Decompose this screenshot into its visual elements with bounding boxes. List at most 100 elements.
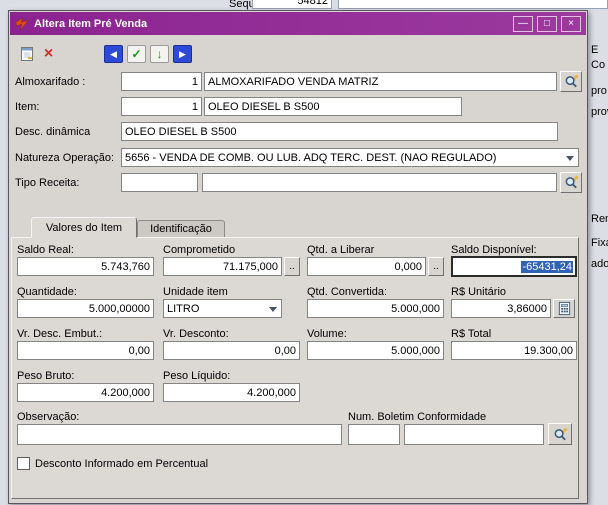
- unidade-item-label: Unidade item: [163, 286, 228, 298]
- total-value: 19.300,00: [524, 345, 573, 357]
- tab-identificacao[interactable]: Identificação: [137, 220, 225, 237]
- desc-embutido-value: 0,00: [129, 345, 150, 357]
- volume-field[interactable]: 5.000,000: [307, 341, 444, 360]
- almoxarifado-name: ALMOXARIFADO VENDA MATRIZ: [208, 76, 378, 88]
- qtd-convertida-field[interactable]: 5.000,000: [307, 299, 444, 318]
- background-sequencia-field[interactable]: 54812: [252, 0, 332, 9]
- delete-icon: ×: [44, 45, 53, 63]
- tab-valores-do-item[interactable]: Valores do Item: [31, 217, 137, 238]
- saldo-disponivel-label: Saldo Disponível:: [451, 244, 537, 256]
- background-fragment: Rent: [591, 213, 608, 225]
- window-title: Altera Item Pré Venda: [34, 18, 509, 30]
- tipo-receita-name-field[interactable]: [202, 173, 557, 192]
- desc-dinamica-value: OLEO DIESEL B S500: [125, 126, 236, 138]
- comprometido-more-button[interactable]: ..: [284, 257, 300, 276]
- comprometido-field[interactable]: 71.175,000: [163, 257, 282, 276]
- background-fragment: ados: [591, 258, 608, 270]
- total-field[interactable]: 19.300,00: [451, 341, 577, 360]
- altera-item-dialog: Altera Item Pré Venda — □ × × ◀ ✓: [8, 10, 588, 504]
- quantidade-value: 5.000,00000: [89, 303, 150, 315]
- quantidade-field[interactable]: 5.000,00000: [17, 299, 154, 318]
- ellipsis-icon: ..: [433, 261, 439, 272]
- quantidade-label: Quantidade:: [17, 286, 77, 298]
- background-field-strip[interactable]: [338, 0, 608, 9]
- unidade-item-value: LITRO: [167, 303, 199, 315]
- desconto-value: 0,00: [275, 345, 296, 357]
- qtd-liberar-field[interactable]: 0,000: [307, 257, 426, 276]
- saldo-disponivel-field[interactable]: -65431,24: [451, 256, 577, 277]
- peso-bruto-field[interactable]: 4.200,000: [17, 383, 154, 402]
- calculator-icon: [557, 301, 572, 316]
- new-form-icon: [19, 46, 35, 62]
- almoxarifado-lookup-button[interactable]: [560, 71, 582, 92]
- peso-bruto-value: 4.200,000: [101, 387, 150, 399]
- app-logo-icon: [15, 17, 29, 31]
- desc-embutido-label: Vr. Desc. Embut.:: [17, 328, 102, 340]
- boletim-lookup-button[interactable]: [548, 423, 572, 445]
- magnifier-edit-icon: [564, 74, 579, 89]
- natureza-operacao-value: 5656 - VENDA DE COMB. OU LUB. ADQ TERC. …: [125, 152, 496, 164]
- qtd-liberar-value: 0,000: [394, 261, 422, 273]
- magnifier-edit-icon: [553, 427, 568, 442]
- desconto-field[interactable]: 0,00: [163, 341, 300, 360]
- peso-liquido-value: 4.200,000: [247, 387, 296, 399]
- background-fragment: pro: [591, 85, 607, 97]
- maximize-button[interactable]: □: [537, 16, 557, 32]
- boletim-code-field[interactable]: [348, 424, 400, 445]
- qtd-liberar-more-button[interactable]: ..: [428, 257, 444, 276]
- qtd-convertida-label: Qtd. Convertida:: [307, 286, 387, 298]
- tipo-receita-code-field[interactable]: [121, 173, 198, 192]
- last-record-icon: ▶: [179, 49, 186, 60]
- post-button[interactable]: ↓: [150, 45, 169, 63]
- boletim-desc-field[interactable]: [404, 424, 544, 445]
- chevron-down-icon[interactable]: [269, 307, 277, 316]
- peso-liquido-label: Peso Líquido:: [163, 370, 230, 382]
- title-bar[interactable]: Altera Item Pré Venda — □ ×: [10, 12, 586, 35]
- unidade-item-select[interactable]: LITRO: [163, 299, 282, 318]
- item-name: OLEO DIESEL B S500: [208, 101, 319, 113]
- tipo-receita-lookup-button[interactable]: [560, 172, 582, 193]
- background-fragment: Fixa: [591, 237, 608, 249]
- desconto-label: Vr. Desconto:: [163, 328, 229, 340]
- saldo-real-field[interactable]: 5.743,760: [17, 257, 154, 276]
- minimize-button[interactable]: —: [513, 16, 533, 32]
- item-code: 1: [192, 101, 198, 113]
- magnifier-edit-icon: [564, 175, 579, 190]
- first-record-icon: ◀: [110, 49, 117, 60]
- qtd-liberar-label: Qtd. a Liberar: [307, 244, 374, 256]
- chevron-down-icon[interactable]: [566, 156, 574, 165]
- desc-embutido-field[interactable]: 0,00: [17, 341, 154, 360]
- item-label: Item:: [15, 101, 39, 113]
- boletim-label: Num. Boletim Conformidade: [348, 411, 486, 423]
- comprometido-label: Comprometido: [163, 244, 235, 256]
- almoxarifado-name-field[interactable]: ALMOXARIFADO VENDA MATRIZ: [204, 72, 557, 91]
- confirm-check-icon: ✓: [131, 47, 141, 61]
- volume-value: 5.000,000: [391, 345, 440, 357]
- close-button[interactable]: ×: [561, 16, 581, 32]
- observacao-field[interactable]: [17, 424, 342, 445]
- background-sequencia-value: 54812: [297, 0, 328, 7]
- unitario-value: 3,86000: [507, 303, 547, 315]
- desconto-percentual-checkbox[interactable]: [17, 457, 30, 470]
- natureza-operacao-label: Natureza Operação:: [15, 152, 114, 164]
- item-name-field[interactable]: OLEO DIESEL B S500: [204, 97, 462, 116]
- tab-identificacao-label: Identificação: [150, 223, 212, 235]
- new-record-button[interactable]: [17, 45, 36, 63]
- natureza-operacao-select[interactable]: 5656 - VENDA DE COMB. OU LUB. ADQ TERC. …: [121, 148, 579, 167]
- unitario-calculator-button[interactable]: [553, 299, 575, 318]
- total-label: R$ Total: [451, 328, 491, 340]
- saldo-disponivel-value: -65431,24: [521, 261, 573, 273]
- ellipsis-icon: ..: [289, 261, 295, 272]
- almoxarifado-code-field[interactable]: 1: [121, 72, 202, 91]
- last-record-button[interactable]: ▶: [173, 45, 192, 63]
- unitario-field[interactable]: 3,86000: [451, 299, 551, 318]
- peso-liquido-field[interactable]: 4.200,000: [163, 383, 300, 402]
- background-fragment: prov: [591, 106, 608, 118]
- delete-record-button[interactable]: ×: [39, 45, 58, 63]
- item-code-field[interactable]: 1: [121, 97, 202, 116]
- unitario-label: R$ Unitário: [451, 286, 506, 298]
- confirm-button[interactable]: ✓: [127, 45, 146, 63]
- desc-dinamica-field[interactable]: OLEO DIESEL B S500: [121, 122, 558, 141]
- first-record-button[interactable]: ◀: [104, 45, 123, 63]
- desconto-percentual-label: Desconto Informado em Percentual: [35, 458, 208, 470]
